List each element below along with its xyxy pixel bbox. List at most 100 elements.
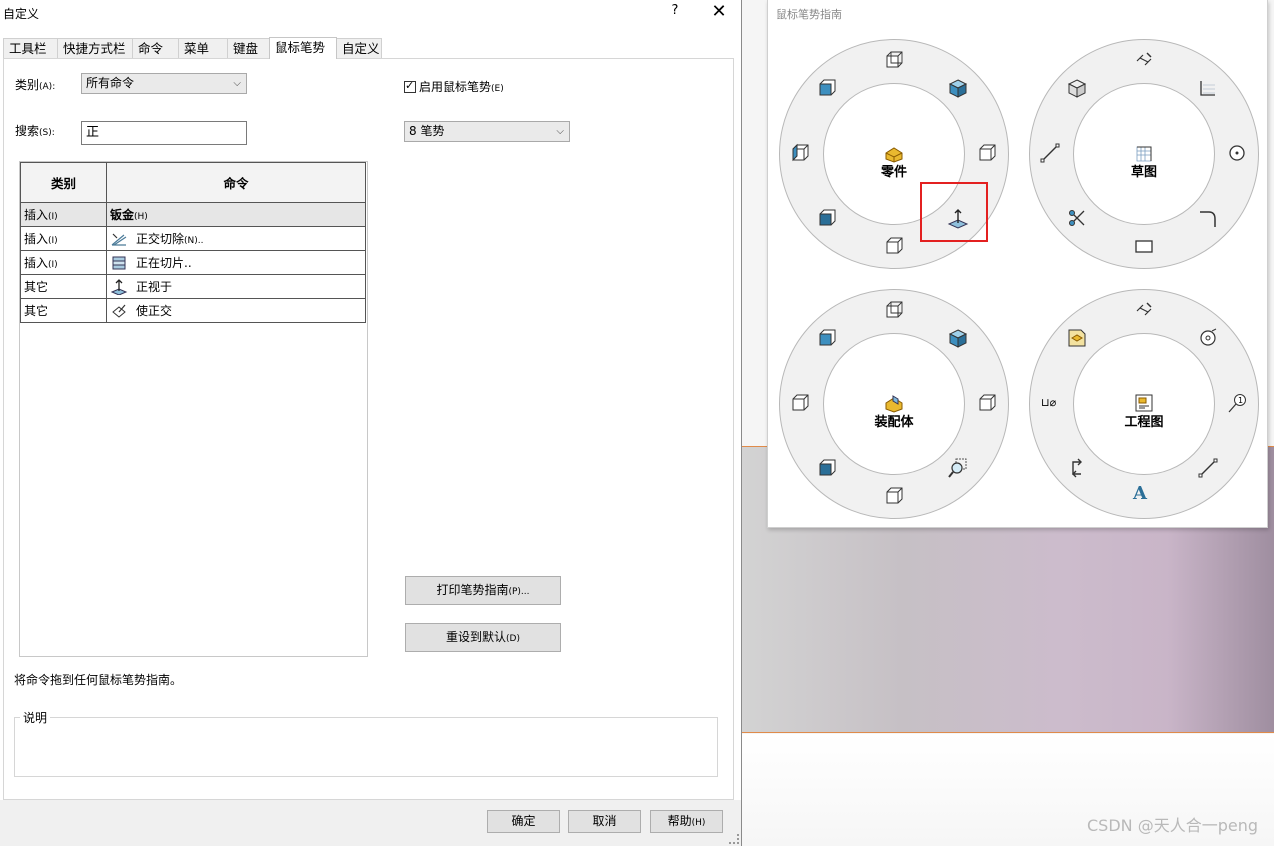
sketch-icon bbox=[1136, 146, 1152, 162]
tab-customization[interactable]: 自定义 bbox=[336, 38, 382, 59]
back-view-icon[interactable] bbox=[816, 207, 838, 229]
front-view-icon[interactable] bbox=[816, 77, 838, 99]
row-command: 使正交 bbox=[106, 298, 366, 323]
row-category: 其它 bbox=[20, 274, 107, 299]
line-icon[interactable] bbox=[1197, 457, 1219, 479]
tab-strip: 工具栏 快捷方式栏 命令 菜单 键盘 鼠标笔势 自定义 bbox=[3, 37, 382, 59]
drawing-icon bbox=[1135, 394, 1153, 412]
line-icon[interactable] bbox=[1039, 142, 1061, 164]
dialog-footer: 确定 取消 帮助(H) bbox=[0, 800, 741, 846]
table-row[interactable]: 插入(I) 正在切片.. bbox=[20, 250, 366, 275]
make-normal-icon bbox=[112, 304, 126, 318]
ring-label-part: 零件 bbox=[880, 165, 907, 180]
bottom-view-icon[interactable] bbox=[883, 485, 905, 507]
smart-dimension-icon[interactable] bbox=[1133, 49, 1155, 71]
hole-callout-icon[interactable] bbox=[1197, 327, 1219, 349]
dialog-title: 自定义 bbox=[3, 7, 40, 21]
chevron-down-icon: ⌵ bbox=[556, 126, 564, 137]
highlight-box bbox=[920, 182, 988, 242]
description-label: 说明 bbox=[20, 709, 51, 726]
row-category: 插入(I) bbox=[20, 226, 107, 251]
tab-commands[interactable]: 命令 bbox=[132, 38, 179, 59]
tab-toolbars[interactable]: 工具栏 bbox=[3, 38, 58, 59]
row-category: 其它 bbox=[20, 298, 107, 323]
row-command: 钣金(H) bbox=[106, 202, 366, 227]
right-view-icon[interactable] bbox=[976, 142, 998, 164]
rotate-view-icon[interactable] bbox=[1066, 457, 1088, 479]
table-row[interactable]: 插入(I) 正交切除(N).. bbox=[20, 226, 366, 251]
titlebar-help-button[interactable]: ? bbox=[666, 3, 684, 23]
drawing-gesture-ring: 工程图 ⊔⌀ 1 A bbox=[1029, 289, 1259, 519]
left-view-icon[interactable] bbox=[789, 392, 811, 414]
chevron-down-icon: ⌵ bbox=[233, 78, 241, 89]
column-header-category[interactable]: 类别 bbox=[20, 162, 107, 203]
print-gesture-guide-button[interactable]: 打印笔势指南(P)... bbox=[405, 576, 561, 605]
ring-label-sketch: 草图 bbox=[1130, 165, 1157, 180]
circle-icon[interactable] bbox=[1226, 142, 1248, 164]
gesture-count-value: 8 笔势 bbox=[409, 124, 445, 138]
tab-mouse-gestures[interactable]: 鼠标笔势 bbox=[269, 37, 337, 59]
commands-table: 类别 命令 插入(I) 钣金(H) 插入(I) 正交切除(N).. 插入(I) … bbox=[19, 161, 368, 657]
isometric-view-icon[interactable] bbox=[947, 327, 969, 349]
isometric-view-icon[interactable] bbox=[947, 77, 969, 99]
tab-keyboard[interactable]: 键盘 bbox=[227, 38, 270, 59]
rectangle-icon[interactable] bbox=[1133, 235, 1155, 257]
row-command: 正交切除(N).. bbox=[106, 226, 366, 251]
checkbox-checked-icon bbox=[404, 79, 416, 93]
assembly-gesture-ring: 装配体 bbox=[779, 289, 1009, 519]
cancel-button[interactable]: 取消 bbox=[568, 810, 641, 833]
enable-gestures-accel: (E) bbox=[491, 84, 504, 94]
zoom-to-selection-icon[interactable] bbox=[947, 457, 969, 479]
dialog-titlebar[interactable]: 自定义 ? ✕ bbox=[0, 0, 741, 28]
mouse-gesture-guide: 鼠标笔势指南 零件 草图 装配体 工程图 ⊔⌀ 1 A bbox=[767, 0, 1268, 528]
back-view-icon[interactable] bbox=[816, 457, 838, 479]
smart-dimension-icon[interactable] bbox=[1133, 299, 1155, 321]
geometric-tolerance-text[interactable]: ⊔⌀ bbox=[1041, 396, 1056, 409]
right-view-icon[interactable] bbox=[976, 392, 998, 414]
guide-title: 鼠标笔势指南 bbox=[776, 8, 842, 21]
balloon-icon[interactable]: 1 bbox=[1226, 392, 1248, 414]
exit-sketch-icon[interactable] bbox=[1066, 77, 1088, 99]
description-groupbox bbox=[14, 717, 718, 777]
part-icon bbox=[885, 147, 903, 163]
trim-entities-icon[interactable] bbox=[1066, 207, 1088, 229]
sketch-fillet-icon[interactable] bbox=[1197, 207, 1219, 229]
ok-button[interactable]: 确定 bbox=[487, 810, 560, 833]
ring-label-assembly: 装配体 bbox=[874, 415, 914, 430]
enable-gestures-label: 启用鼠标笔势 bbox=[419, 80, 492, 94]
row-command: 正视于 bbox=[106, 274, 366, 299]
search-label: 搜索(S): bbox=[15, 124, 55, 138]
table-row[interactable]: 插入(I) 钣金(H) bbox=[20, 202, 366, 227]
sketch-gesture-ring: 草图 bbox=[1029, 39, 1259, 269]
note-text-icon[interactable]: A bbox=[1133, 483, 1147, 504]
help-button[interactable]: 帮助(H) bbox=[650, 810, 723, 833]
bottom-view-icon[interactable] bbox=[883, 235, 905, 257]
left-view-icon[interactable] bbox=[789, 142, 811, 164]
corner-rectangle-icon[interactable] bbox=[1197, 77, 1219, 99]
gesture-count-select[interactable]: 8 笔势 ⌵ bbox=[404, 121, 570, 142]
reset-defaults-button[interactable]: 重设到默认(D) bbox=[405, 623, 561, 652]
front-view-icon[interactable] bbox=[816, 327, 838, 349]
row-category: 插入(I) bbox=[20, 202, 107, 227]
slice-icon bbox=[112, 256, 126, 270]
assembly-icon bbox=[885, 395, 903, 413]
tab-shortcut-bars[interactable]: 快捷方式栏 bbox=[57, 38, 133, 59]
watermark: CSDN @天人合一peng bbox=[1086, 816, 1258, 835]
table-row[interactable]: 其它 正视于 bbox=[20, 274, 366, 299]
enable-gestures-checkbox[interactable]: 启用鼠标笔势(E) bbox=[404, 78, 504, 95]
table-header-row: 类别 命令 bbox=[20, 162, 366, 203]
search-input[interactable]: 正 bbox=[81, 121, 247, 145]
category-select[interactable]: 所有命令 ⌵ bbox=[81, 73, 247, 94]
resize-grip[interactable] bbox=[729, 834, 739, 844]
table-row[interactable]: 其它 使正交 bbox=[20, 298, 366, 323]
top-view-icon[interactable] bbox=[883, 49, 905, 71]
normal-to-icon bbox=[110, 279, 128, 296]
top-view-icon[interactable] bbox=[883, 299, 905, 321]
row-category: 插入(I) bbox=[20, 250, 107, 275]
close-button[interactable]: ✕ bbox=[708, 1, 730, 23]
normal-cut-icon bbox=[111, 233, 127, 246]
model-view-icon[interactable] bbox=[1066, 327, 1088, 349]
drag-hint-text: 将命令拖到任何鼠标笔势指南。 bbox=[14, 673, 183, 687]
column-header-command[interactable]: 命令 bbox=[106, 162, 366, 203]
tab-menus[interactable]: 菜单 bbox=[178, 38, 228, 59]
